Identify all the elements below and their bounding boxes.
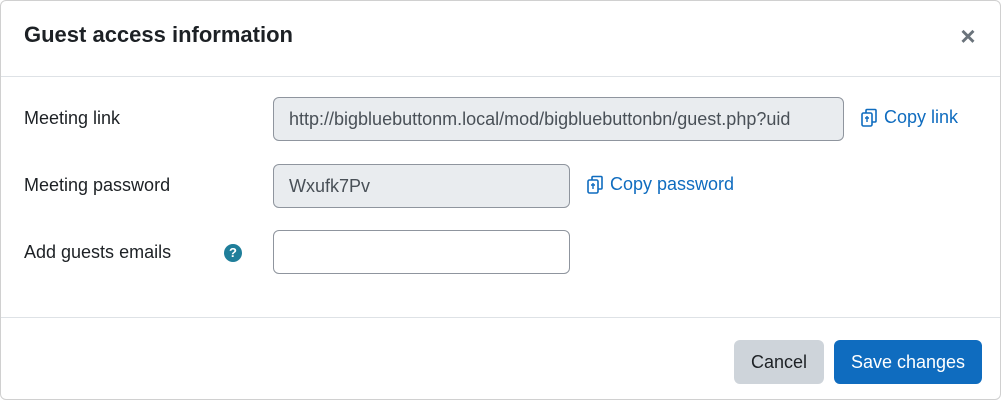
close-button[interactable]: × [958,23,978,49]
meeting-password-field[interactable]: Wxufk7Pv [273,164,570,208]
meeting-link-field[interactable]: http://bigbluebuttonm.local/mod/bigblueb… [273,97,844,141]
dialog-header: Guest access information × [1,1,1000,77]
copy-icon [586,175,606,195]
copy-password-label: Copy password [610,174,735,194]
meeting-link-label: Meeting link [24,108,121,128]
save-changes-button[interactable]: Save changes [834,340,982,384]
guest-access-dialog: Guest access information × Meeting link … [0,0,1001,400]
copy-link-button[interactable]: Copy link [860,107,958,128]
copy-password-button[interactable]: Copy password [586,174,734,195]
guest-emails-label: Add guests emails [24,242,172,262]
guest-emails-input[interactable] [273,230,570,274]
cancel-button[interactable]: Cancel [734,340,824,384]
dialog-title: Guest access information [24,22,293,47]
dialog-footer: Cancel Save changes [1,317,1000,399]
question-circle-icon[interactable]: ? [224,244,242,262]
copy-icon [860,108,880,128]
meeting-password-label: Meeting password [24,175,171,195]
copy-link-label: Copy link [884,107,959,127]
